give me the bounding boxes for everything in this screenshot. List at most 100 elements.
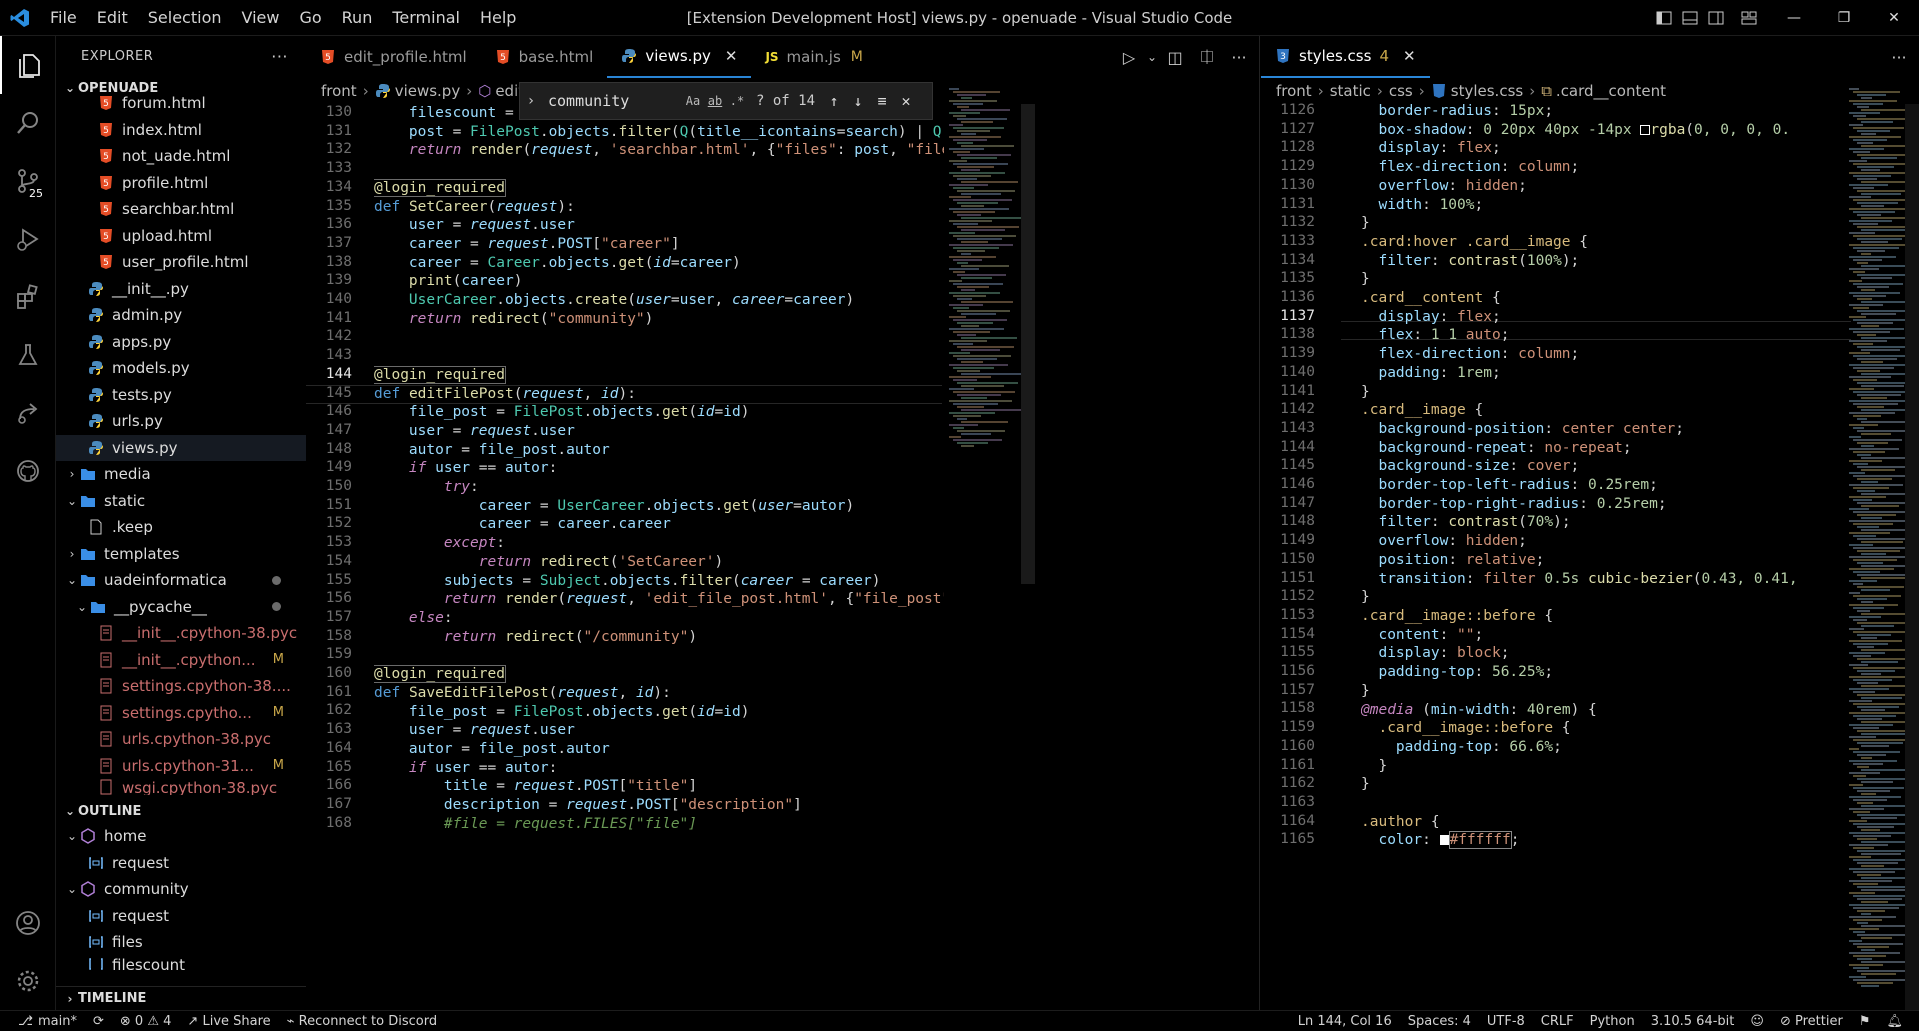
sync-icon[interactable]: ⟳ (85, 1014, 112, 1029)
menu-selection[interactable]: Selection (138, 0, 232, 36)
split-editor-icon[interactable]: ⎅ (1191, 47, 1223, 67)
previous-match-arrow-up-icon[interactable]: ↑ (822, 92, 846, 110)
tree-file[interactable]: apps.py (56, 329, 306, 356)
code-editor-css[interactable]: 1126 1127 1128 1129 1130 1131 1132 1133 1134 1135… (1261, 88, 1919, 1010)
tree-file[interactable]: models.py (56, 355, 306, 382)
tree-file[interactable]: .keep (56, 514, 306, 541)
testing-icon[interactable] (0, 326, 56, 384)
tree-file[interactable]: __init__.cpython-38.pyc (56, 620, 306, 647)
breadcrumb-file[interactable]: styles.css (1451, 82, 1523, 100)
tree-folder[interactable]: › media (56, 461, 306, 488)
source-control-icon[interactable]: 25 (0, 152, 56, 210)
outline-item[interactable]: ⌄ community (56, 876, 306, 903)
prettier-status[interactable]: ⊘ Prettier (1772, 1014, 1851, 1029)
tree-file[interactable]: tests.py (56, 382, 306, 409)
close-tab-icon[interactable]: ✕ (1403, 47, 1416, 65)
open-preview-icon[interactable]: ◫ (1159, 48, 1191, 67)
menu-file[interactable]: File (40, 0, 87, 36)
regex-toggle[interactable]: .* (726, 94, 748, 108)
tree-file[interactable]: 5 searchbar.html (56, 196, 306, 223)
tree-file[interactable]: 5 index.html (56, 117, 306, 144)
search-icon[interactable] (0, 94, 56, 152)
python-interpreter[interactable]: 3.10.5 64-bit (1643, 1014, 1743, 1029)
restore-button[interactable]: ❐ (1819, 0, 1869, 36)
tree-file[interactable]: admin.py (56, 302, 306, 329)
tree-file[interactable]: 5 upload.html (56, 223, 306, 250)
more-actions-icon[interactable]: ··· (1223, 48, 1255, 67)
minimize-button[interactable]: — (1769, 0, 1819, 36)
run-python-file-icon[interactable]: ▷ (1113, 48, 1145, 67)
tree-file[interactable]: urls.py (56, 408, 306, 435)
tree-file[interactable]: 5 user_profile.html (56, 249, 306, 276)
find-in-selection-icon[interactable]: ≡ (870, 92, 894, 110)
tree-folder[interactable]: › templates (56, 541, 306, 568)
settings-gear-icon[interactable] (0, 952, 56, 1010)
cursor-position[interactable]: Ln 144, Col 16 (1290, 1014, 1400, 1029)
branch-status[interactable]: ⎇ main* (0, 1014, 85, 1029)
next-match-arrow-down-icon[interactable]: ↓ (846, 92, 870, 110)
menu-run[interactable]: Run (332, 0, 383, 36)
timeline-section-header[interactable]: › TIMELINE (56, 986, 306, 1010)
encoding[interactable]: UTF-8 (1479, 1014, 1533, 1029)
tree-file[interactable]: urls.cpython-31... M (56, 753, 306, 780)
menu-terminal[interactable]: Terminal (382, 0, 470, 36)
more-actions-icon[interactable]: ··· (1883, 48, 1915, 67)
toggle-secondary-sidebar-icon[interactable] (1703, 0, 1729, 36)
menu-view[interactable]: View (232, 0, 290, 36)
minimap[interactable] (949, 88, 1025, 448)
tree-file[interactable]: __init__.py (56, 276, 306, 303)
tab-edit-profile-html[interactable]: 5 edit_profile.html (306, 36, 481, 78)
problems-status[interactable]: ⊗ 0 ⚠ 4 (112, 1014, 180, 1029)
tree-file[interactable]: 5 forum.html (56, 90, 306, 117)
breadcrumb-symbol[interactable]: .card__content (1556, 82, 1666, 100)
tree-file[interactable]: urls.cpython-38.pyc (56, 726, 306, 753)
run-debug-icon[interactable] (0, 210, 56, 268)
explorer-more-button[interactable]: ··· (271, 47, 288, 66)
tab-main-js[interactable]: JS main.js M (751, 36, 876, 78)
tree-file[interactable]: wsgi.cpython-38.pyc (56, 779, 306, 795)
match-whole-word-toggle[interactable]: ab (704, 94, 726, 108)
github-icon[interactable] (0, 442, 56, 500)
match-case-toggle[interactable]: Aa (682, 94, 704, 108)
breadcrumb-folder[interactable]: static (1330, 82, 1371, 100)
close-find-icon[interactable]: ✕ (894, 92, 918, 110)
outline-item[interactable]: request (56, 850, 306, 877)
vertical-scrollbar[interactable] (1021, 104, 1035, 584)
minimap[interactable] (1849, 88, 1919, 988)
extensions-icon[interactable] (0, 268, 56, 326)
tree-folder[interactable]: ⌄ static (56, 488, 306, 515)
outline-item[interactable]: request (56, 903, 306, 930)
breadcrumb-folder[interactable]: css (1389, 82, 1413, 100)
customize-layout-icon[interactable] (1729, 0, 1769, 36)
close-window-button[interactable]: ✕ (1869, 0, 1919, 36)
close-tab-icon[interactable]: ✕ (725, 47, 738, 65)
toggle-panel-icon[interactable] (1677, 0, 1703, 36)
tree-file[interactable]: 5 not_uade.html (56, 143, 306, 170)
menu-go[interactable]: Go (289, 0, 331, 36)
outline-section-header[interactable]: ⌄ OUTLINE (56, 799, 306, 823)
outline-item[interactable]: filescount (56, 956, 306, 972)
menu-help[interactable]: Help (470, 0, 526, 36)
copilot-icon[interactable]: ☺ (1742, 1014, 1772, 1029)
discord-status[interactable]: ⌁ Reconnect to Discord (279, 1014, 445, 1029)
tab-styles-css[interactable]: 3 styles.css 4 ✕ (1261, 36, 1430, 78)
end-of-line[interactable]: CRLF (1533, 1014, 1582, 1029)
vertical-scrollbar[interactable] (1905, 104, 1919, 1010)
breadcrumb-folder[interactable]: front (321, 82, 357, 100)
indentation[interactable]: Spaces: 4 (1400, 1014, 1479, 1029)
outline-item[interactable]: ⌄ home (56, 823, 306, 850)
tree-file-selected[interactable]: views.py (56, 434, 306, 461)
menu-edit[interactable]: Edit (87, 0, 138, 36)
tree-folder[interactable]: ⌄ uadeinformatica (56, 567, 306, 594)
feedback-icon[interactable]: ⚑ (1851, 1014, 1879, 1029)
toggle-replace-chevron-icon[interactable]: › (520, 93, 542, 109)
find-input[interactable]: community (542, 92, 682, 110)
account-icon[interactable] (0, 894, 56, 952)
tab-views-py[interactable]: views.py ✕ (607, 36, 752, 78)
code-editor-python[interactable]: 130 131 132 133 134 135 136 137 138 139 140 141 142 1… (306, 82, 1259, 1010)
breadcrumb-folder[interactable]: front (1276, 82, 1312, 100)
tree-folder[interactable]: ⌄ __pycache__ (56, 594, 306, 621)
tree-file[interactable]: settings.cpython-38.... (56, 673, 306, 700)
notifications-bell-icon[interactable]: 🔔︎ (1878, 1014, 1919, 1029)
language-mode[interactable]: Python (1582, 1014, 1643, 1029)
